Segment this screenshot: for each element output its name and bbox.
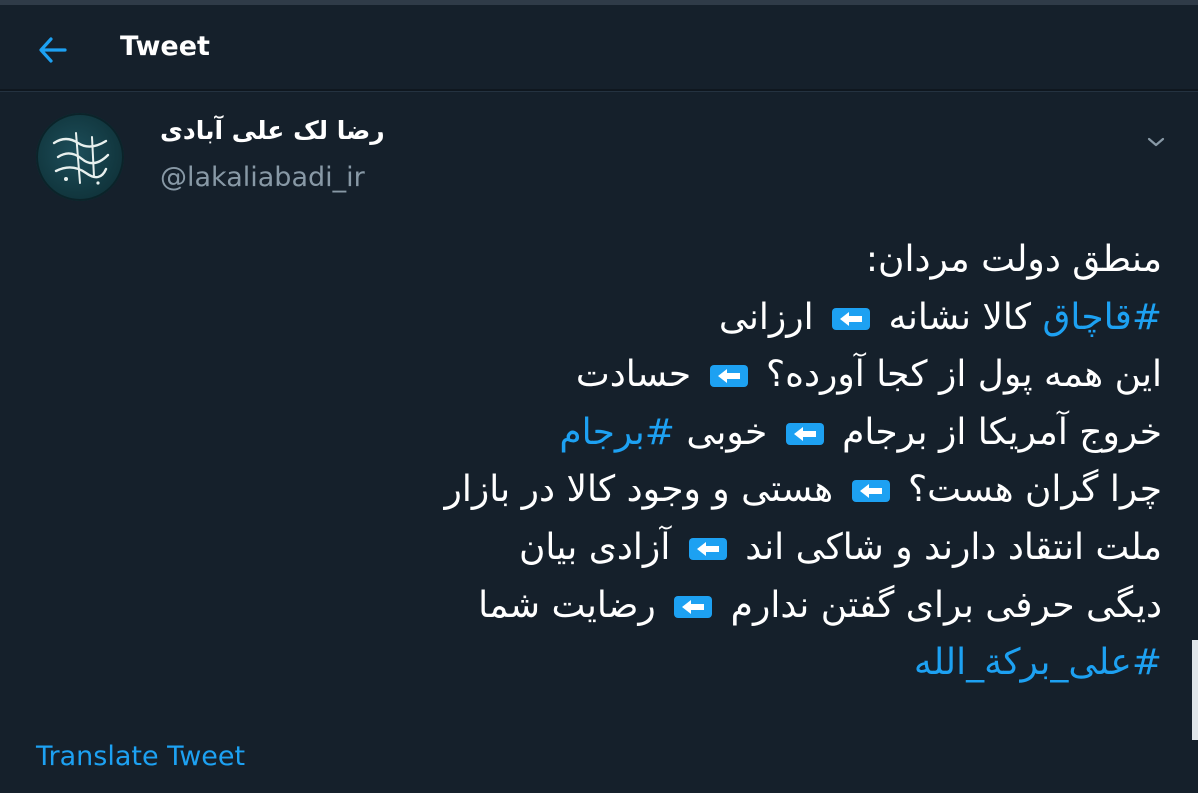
author-display-name[interactable]: رضا لک علی آبادی: [160, 116, 385, 145]
tweet-text-segment: چرا گران هست؟: [896, 469, 1162, 511]
tweet-text-segment: ملت انتقاد دارند و شاکی اند: [733, 526, 1162, 568]
tweet-line-1: منطق دولت مردان:: [42, 231, 1162, 289]
tweet-text: منطق دولت مردان: #قاچاق کالا نشانه ارزان…: [42, 231, 1162, 692]
tweet-line-6: ملت انتقاد دارند و شاکی اند آزادی بیان: [42, 519, 1162, 577]
tweet-line-5: چرا گران هست؟ هستی و وجود کالا در بازار: [42, 461, 1162, 519]
tweet-text-segment: هستی و وجود کالا در بازار: [444, 469, 845, 511]
page-title: Tweet: [120, 31, 210, 62]
tweet-line-3: این همه پول از کجا آورده؟ حسادت: [42, 346, 1162, 404]
tweet-text-segment: ارزانی: [718, 296, 826, 338]
tweet-text-segment: رضایت شما: [478, 584, 668, 626]
page-header: Tweet: [0, 5, 1198, 91]
avatar[interactable]: [36, 113, 124, 201]
arrow-left-icon: [709, 365, 748, 388]
arrow-left-icon: [785, 422, 824, 445]
tweet-line-7: دیگی حرفی برای گفتن ندارم رضایت شما: [42, 577, 1162, 635]
tweet-text-segment: کالا نشانه: [877, 296, 1043, 338]
tweet-text-segment: آزادی بیان: [518, 526, 682, 568]
arrow-left-icon: [832, 307, 871, 330]
tweet-text-segment: خروج آمریکا از برجام: [830, 411, 1162, 453]
hashtag-link[interactable]: #برجام: [559, 412, 675, 453]
tweet-text-segment: خوبی: [674, 411, 779, 453]
hashtag-link[interactable]: #قاچاق: [1043, 297, 1163, 338]
tweet-line-2: #قاچاق کالا نشانه ارزانی: [42, 289, 1162, 347]
chevron-down-icon: [1147, 137, 1165, 147]
avatar-logo-icon: [36, 113, 124, 201]
translate-tweet-link[interactable]: Translate Tweet: [36, 741, 245, 772]
tweet-text-segment: منطق دولت مردان:: [865, 239, 1162, 280]
arrow-left-icon: [39, 37, 67, 63]
arrow-left-icon: [851, 480, 890, 503]
tweet-options-button[interactable]: [1141, 129, 1171, 155]
tweet-line-4: خروج آمریکا از برجام خوبی #برجام: [42, 404, 1162, 462]
hashtag-link[interactable]: #علی_برکة_الله: [914, 642, 1162, 683]
tweet-line-8: #علی_برکة_الله: [42, 634, 1162, 692]
tweet-text-segment: حسادت: [575, 354, 703, 396]
arrow-left-icon: [674, 595, 713, 618]
tweet-text-segment: این همه پول از کجا آورده؟: [754, 354, 1162, 396]
scrollbar-thumb[interactable]: [1192, 640, 1198, 740]
back-button[interactable]: [30, 27, 76, 73]
tweet-text-segment: دیگی حرفی برای گفتن ندارم: [719, 584, 1162, 626]
arrow-left-icon: [688, 537, 727, 560]
author-handle[interactable]: @lakaliabadi_ir: [160, 162, 365, 193]
